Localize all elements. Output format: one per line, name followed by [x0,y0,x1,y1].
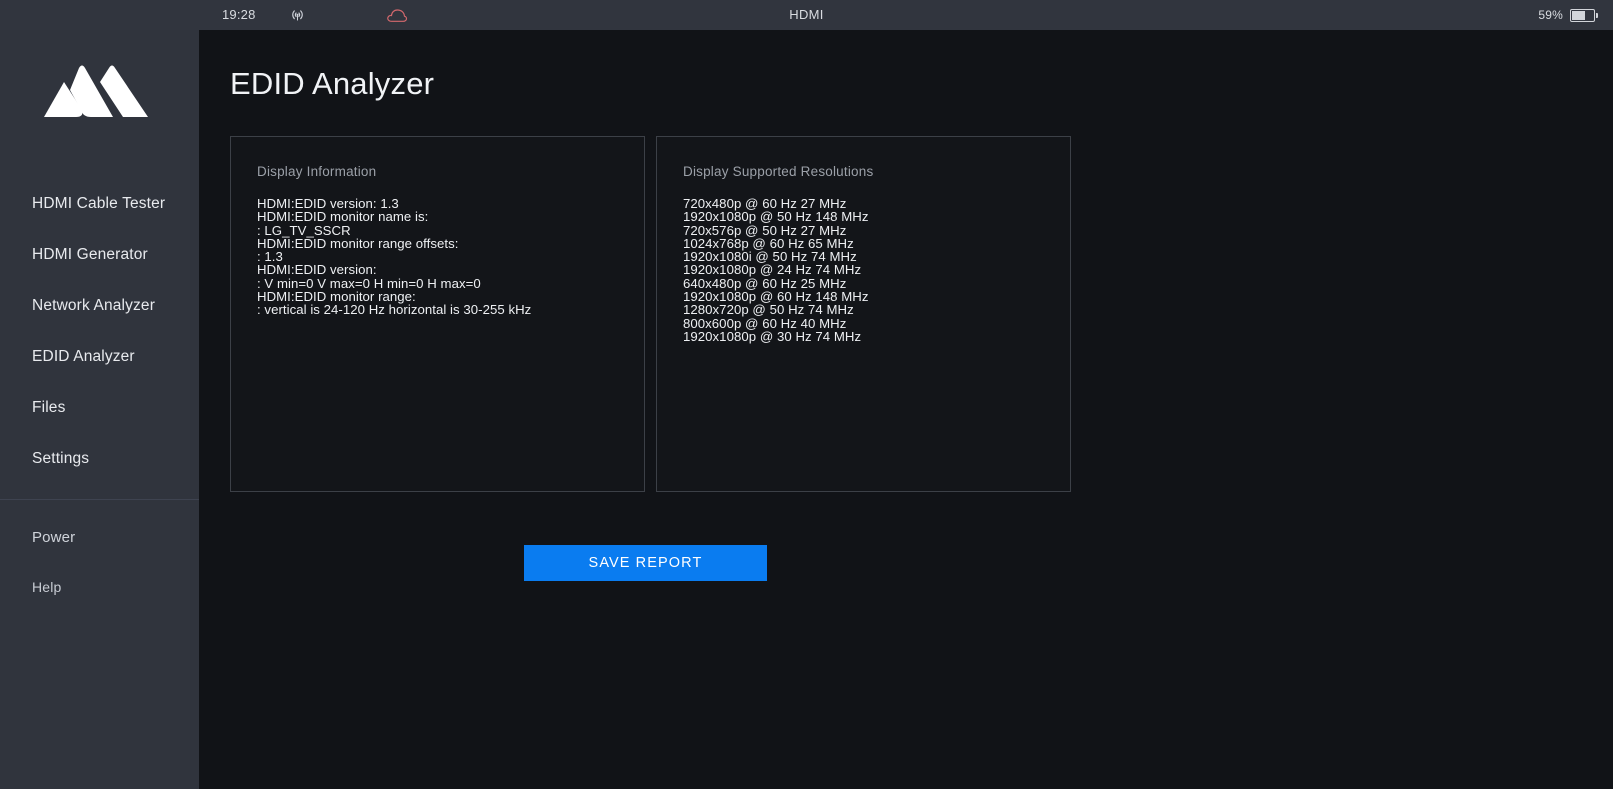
display-information-text: HDMI:EDID version: 1.3 HDMI:EDID monitor … [257,197,632,317]
edid-analyzer-screen: 19:28 HDMI 59% HDMI Cable Tester HDMI Ge… [0,0,1613,789]
sidebar: HDMI Cable Tester HDMI Generator Network… [0,0,199,789]
mountain-m-logo [34,50,159,132]
text-line: 1024x768p @ 60 Hz 65 MHz [683,235,854,251]
page-title: EDID Analyzer [230,66,435,101]
display-information-label: Display Information [257,164,377,179]
text-line: 1920x1080p @ 30 Hz 74 MHz [683,328,862,344]
sidebar-item-settings[interactable]: Settings [0,433,199,484]
text-line: : 1.3 [257,249,283,265]
sidebar-item-help[interactable]: Help [0,562,199,612]
text-line: HDMI:EDID monitor name is: [257,209,429,225]
text-line: 1920x1080p @ 50 Hz 148 MHz [683,209,869,225]
sidebar-item-label: Network Analyzer [32,296,156,314]
sidebar-item-hdmi-generator[interactable]: HDMI Generator [0,229,199,280]
status-bar-battery-group: 59% [1538,0,1598,30]
status-bar-source-label: HDMI [789,7,824,22]
display-information-panel: Display Information HDMI:EDID version: 1… [230,136,645,492]
supported-resolutions-panel: Display Supported Resolutions 720x480p @… [656,136,1071,492]
sidebar-item-label: HDMI Generator [32,245,148,263]
save-report-button[interactable]: SAVE REPORT [524,545,767,581]
text-line: HDMI:EDID monitor range: [257,289,416,305]
sidebar-divider [0,499,199,500]
supported-resolutions-text: 720x480p @ 60 Hz 27 MHz 1920x1080p @ 50 H… [683,196,1058,344]
sidebar-item-label: Settings [32,449,90,467]
sidebar-item-label: Power [32,528,76,546]
sidebar-item-hdmi-cable-tester[interactable]: HDMI Cable Tester [0,178,199,229]
sidebar-item-label: Help [32,579,62,595]
text-line: 1280x720p @ 50 Hz 74 MHz [683,302,854,318]
text-line: 640x480p @ 60 Hz 25 MHz [683,275,847,291]
text-line: : vertical is 24-120 Hz horizontal is 30… [257,302,532,318]
battery-percent-label: 59% [1538,8,1563,22]
text-line: 1920x1080i @ 50 Hz 74 MHz [683,249,857,265]
text-line: HDMI:EDID version: [257,262,377,278]
text-line: HDMI:EDID monitor range offsets: [257,235,459,251]
sidebar-item-label: Files [32,398,66,416]
text-line: 720x480p @ 60 Hz 27 MHz [683,196,847,211]
battery-fill [1572,10,1585,20]
sidebar-item-files[interactable]: Files [0,382,199,433]
text-line: 1920x1080p @ 60 Hz 148 MHz [683,289,869,305]
text-line: 1920x1080p @ 24 Hz 74 MHz [683,262,862,278]
sidebar-nav: HDMI Cable Tester HDMI Generator Network… [0,178,199,612]
sidebar-item-edid-analyzer[interactable]: EDID Analyzer [0,331,199,382]
sidebar-item-power[interactable]: Power [0,512,199,562]
text-line: : LG_TV_SSCR [257,222,351,238]
text-line: HDMI:EDID version: 1.3 [257,196,399,211]
text-line: : V min=0 V max=0 H min=0 H max=0 [257,275,481,291]
sidebar-item-label: HDMI Cable Tester [32,194,166,212]
supported-resolutions-label: Display Supported Resolutions [683,164,874,179]
main-content: EDID Analyzer Display Information HDMI:E… [199,30,1613,789]
sidebar-item-label: EDID Analyzer [32,347,135,365]
status-bar: 19:28 HDMI 59% [0,0,1613,30]
text-line: 720x576p @ 50 Hz 27 MHz [683,222,847,238]
sidebar-item-network-analyzer[interactable]: Network Analyzer [0,280,199,331]
battery-icon [1570,8,1598,22]
text-line: 800x600p @ 60 Hz 40 MHz [683,315,847,331]
